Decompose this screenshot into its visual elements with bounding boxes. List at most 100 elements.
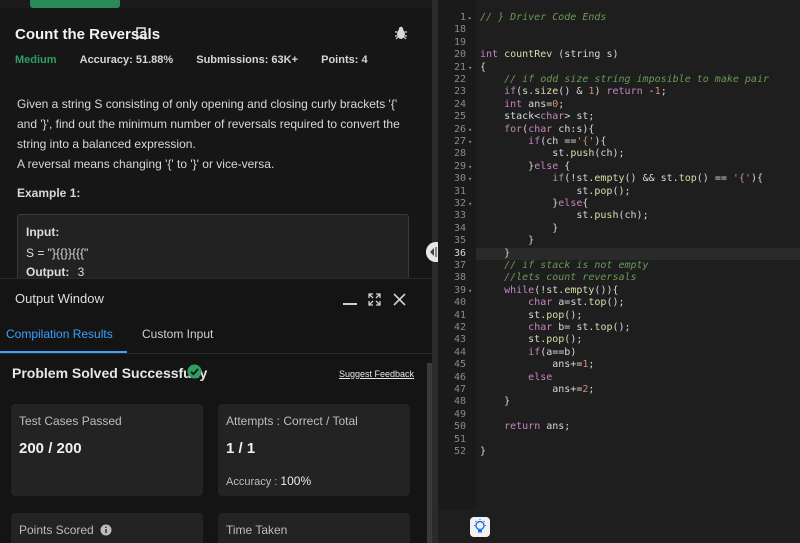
bookmark-icon[interactable] <box>136 27 146 40</box>
code-line[interactable]: 25 stack<char> st; <box>438 111 800 123</box>
line-number: 23 <box>453 86 466 98</box>
code-line[interactable]: 46 else <box>438 372 800 384</box>
code-line[interactable]: 32 ▾ }else{ <box>438 198 800 210</box>
code-line[interactable]: 50 return ans; <box>438 421 800 433</box>
minimize-icon[interactable] <box>343 303 357 305</box>
line-number: 51 <box>453 433 466 445</box>
line-number: 49 <box>453 408 466 420</box>
code-line[interactable]: 28 st.push(ch); <box>438 148 800 160</box>
line-number: 46 <box>453 371 466 383</box>
code-text: else <box>528 371 553 383</box>
code-text: st.pop(); <box>480 309 583 321</box>
code-line[interactable]: 41 st.pop(); <box>438 310 800 322</box>
output-window-title: Output Window <box>15 291 104 306</box>
code-text: // if stack is not empty <box>480 260 649 271</box>
code-line[interactable]: 36 } <box>438 248 800 260</box>
code-line[interactable]: 38 //lets count reversals <box>438 272 800 284</box>
line-number: 22 <box>453 74 466 85</box>
line-number: 33 <box>453 210 466 222</box>
line-number: 34 <box>453 222 466 234</box>
code-editor[interactable]: 1 ▸ // } Driver Code Ends 18 19 20 int countRe… <box>438 0 800 543</box>
code-line[interactable]: 34 } <box>438 223 800 235</box>
line-number: 52 <box>453 446 466 457</box>
code-line[interactable]: 35 } <box>438 235 800 247</box>
code-line[interactable]: 37 // if stack is not empty <box>438 260 800 272</box>
fold-arrow-icon[interactable]: ▾ <box>468 136 472 148</box>
lightbulb-icon[interactable] <box>470 517 490 537</box>
code-line[interactable]: 27 ▾ if(ch =='{'){ <box>438 136 800 148</box>
code-line[interactable]: 43 st.pop(); <box>438 334 800 346</box>
code-text: } <box>480 396 511 408</box>
code-text: ans+=1; <box>480 359 595 371</box>
code-text: if(s.size() & 1) return -1; <box>504 86 667 98</box>
line-number: 24 <box>453 98 466 110</box>
code-line[interactable]: 31 st.pop(); <box>438 186 800 198</box>
accuracy-result: Accuracy : 100% <box>226 474 312 488</box>
code-line[interactable]: 24 int ans=0; <box>438 99 800 111</box>
code-line[interactable]: 42 char b= st.top(); <box>438 322 800 334</box>
description-line: Given a string S consisting of only open… <box>17 97 398 111</box>
code-line[interactable]: 21 ▾ { <box>438 62 800 74</box>
fold-arrow-icon[interactable]: ▾ <box>468 198 472 210</box>
code-line[interactable]: 44 if(a==b) <box>438 347 800 359</box>
info-icon[interactable] <box>100 524 112 536</box>
problem-panel: Count the Reversals Medium Accuracy: 51.… <box>0 0 432 543</box>
code-text: int ans=0; <box>504 98 565 110</box>
fold-arrow-icon[interactable]: ▾ <box>468 124 472 136</box>
line-number: 40 <box>453 297 466 309</box>
difficulty-badge: Medium <box>15 54 57 66</box>
code-text: } <box>480 247 511 259</box>
status-message: Problem Solved Successfully <box>12 365 208 381</box>
code-line[interactable]: 1 ▸ // } Driver Code Ends <box>438 12 800 24</box>
code-line[interactable]: 48 } <box>438 396 800 408</box>
bug-icon[interactable] <box>394 25 408 41</box>
code-line[interactable]: 39 ▾ while(!st.empty()){ <box>438 285 800 297</box>
code-line[interactable]: 40 char a=st.top(); <box>438 297 800 309</box>
line-number: 19 <box>453 36 466 48</box>
fold-arrow-icon[interactable]: ▾ <box>468 62 472 74</box>
test-cases-value: 200 / 200 <box>19 440 82 457</box>
close-icon[interactable] <box>393 293 406 306</box>
line-number: 25 <box>453 111 466 123</box>
line-number: 47 <box>453 384 466 395</box>
code-line[interactable]: 33 st.push(ch); <box>438 210 800 222</box>
code-line[interactable]: 26 ▾ for(char ch:s){ <box>438 124 800 136</box>
suggest-feedback-link[interactable]: Suggest Feedback <box>339 369 414 379</box>
code-line[interactable]: 45 ans+=1; <box>438 359 800 371</box>
tab-custom-input[interactable]: Custom Input <box>142 327 213 341</box>
code-line[interactable]: 19 <box>438 37 800 49</box>
check-circle-icon <box>187 364 202 379</box>
code-line[interactable]: 30 ▾ if(!st.empty() && st.top() == '{'){ <box>438 173 800 185</box>
code-line[interactable]: 47 ans+=2; <box>438 384 800 396</box>
fold-arrow-icon[interactable]: ▾ <box>468 161 472 173</box>
time-taken-card: Time Taken <box>218 513 410 543</box>
code-text: }else { <box>480 160 571 172</box>
tab-compilation-results[interactable]: Compilation Results <box>6 327 113 341</box>
fold-arrow-icon[interactable]: ▾ <box>468 173 472 185</box>
expand-icon[interactable] <box>368 293 381 306</box>
line-number: 48 <box>453 396 466 408</box>
code-line[interactable]: 49 <box>438 409 800 421</box>
code-line[interactable]: 22 // if odd size string imposible to ma… <box>438 74 800 86</box>
fold-arrow-icon[interactable]: ▾ <box>468 285 472 297</box>
code-line[interactable]: 23 if(s.size() & 1) return -1; <box>438 86 800 98</box>
line-number: 18 <box>453 24 466 36</box>
line-number: 44 <box>453 346 466 358</box>
code-line[interactable]: 20 int countRev (string s) <box>438 49 800 61</box>
problem-description: Given a string S consisting of only open… <box>17 94 412 174</box>
code-text: stack<char> st; <box>480 111 595 123</box>
code-line[interactable]: 29 ▾ }else { <box>438 161 800 173</box>
code-line[interactable]: 51 <box>438 434 800 446</box>
line-number: 20 <box>453 49 466 61</box>
code-text: //lets count reversals <box>480 272 637 284</box>
points-scored-card: Points Scored <box>11 513 203 543</box>
line-number: 39 <box>453 284 466 296</box>
code-text: } <box>480 222 559 234</box>
example-input-label: Input: <box>26 225 60 239</box>
code-line[interactable]: 18 <box>438 24 800 36</box>
line-number: 31 <box>453 185 466 197</box>
code-line[interactable]: 52} <box>438 446 800 458</box>
line-number: 27 <box>453 136 466 147</box>
line-number: 21 <box>453 61 466 73</box>
fold-arrow-icon[interactable]: ▸ <box>468 12 472 24</box>
